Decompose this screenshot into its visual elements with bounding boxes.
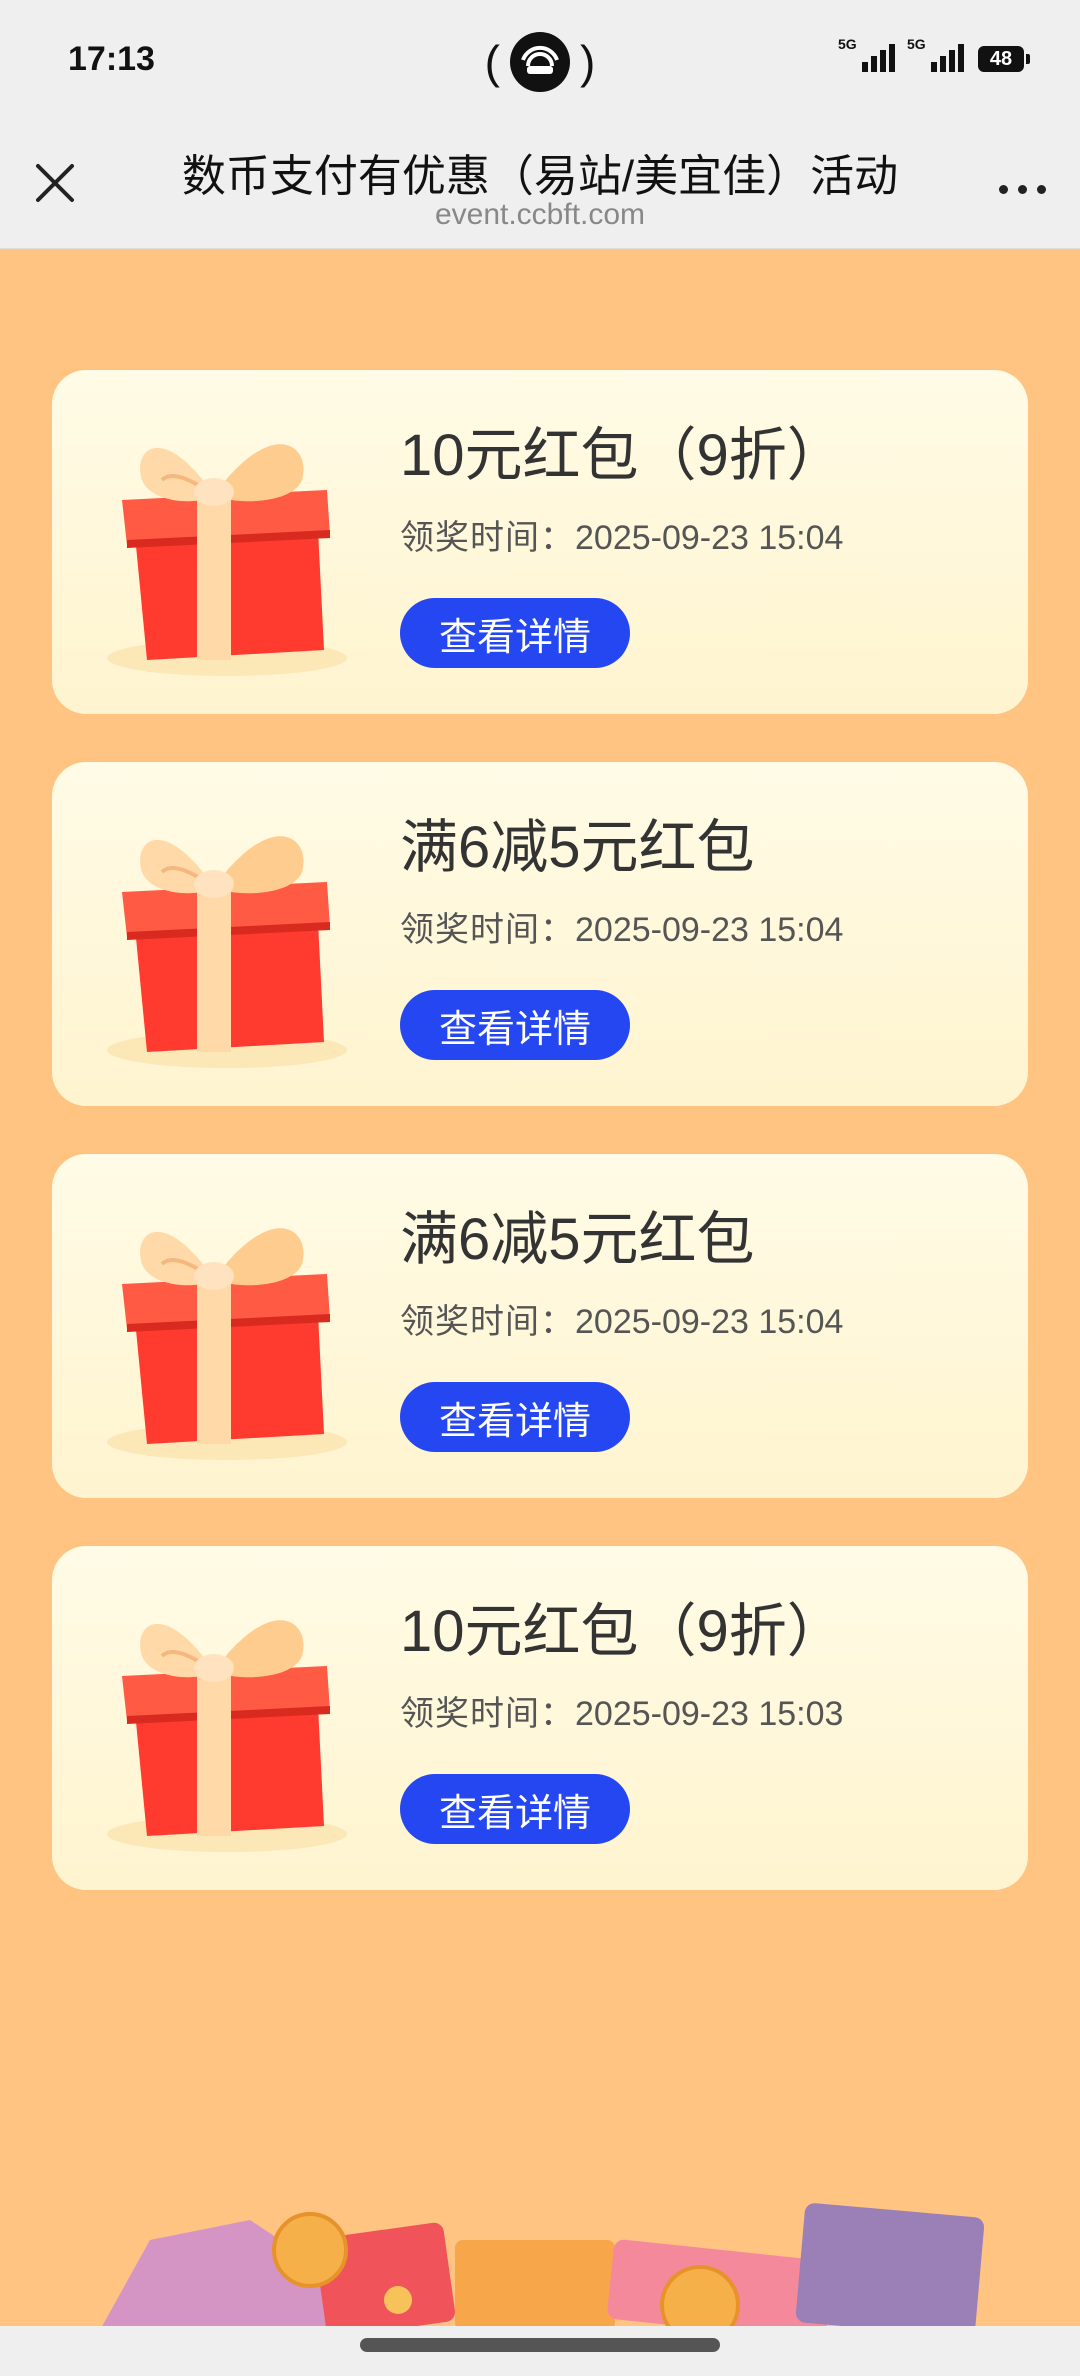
hotspot-icon <box>510 32 570 92</box>
bottom-decoration <box>0 2180 1080 2345</box>
reward-card: 满6减5元红包 领奖时间：2025-09-23 15:04 查看详情 <box>52 762 1028 1106</box>
gift-icon <box>102 410 362 680</box>
page-title: 数币支付有优惠（易站/美宜佳）活动 <box>181 152 899 201</box>
card-time: 领奖时间：2025-09-23 15:04 <box>400 911 844 949</box>
signal-icon: 5G <box>907 36 964 72</box>
gift-icon <box>102 802 362 1072</box>
view-details-button[interactable]: 查看详情 <box>400 1382 630 1452</box>
card-time: 领奖时间：2025-09-23 15:03 <box>400 1695 844 1733</box>
signal-icon: 5G <box>838 36 895 72</box>
card-time: 领奖时间：2025-09-23 15:04 <box>400 519 844 557</box>
gift-icon <box>102 1586 362 1856</box>
card-time: 领奖时间：2025-09-23 15:04 <box>400 1303 844 1341</box>
reward-card: 10元红包（9折） 领奖时间：2025-09-23 15:03 查看详情 <box>52 1546 1028 1890</box>
more-icon[interactable] <box>992 174 1052 204</box>
card-title: 满6减5元红包 <box>400 1207 755 1272</box>
card-title: 满6减5元红包 <box>400 815 755 880</box>
status-time: 17:13 <box>68 40 155 78</box>
close-icon[interactable] <box>28 156 82 210</box>
reward-card: 满6减5元红包 领奖时间：2025-09-23 15:04 查看详情 <box>52 1154 1028 1498</box>
home-indicator[interactable] <box>360 2338 720 2352</box>
battery-icon: 48 <box>978 46 1030 72</box>
hotspot-indicator: ( ) <box>480 32 600 92</box>
status-bar: 17:13 ( ) 5G 5G 48 <box>0 0 1080 126</box>
nav-bar: 数币支付有优惠（易站/美宜佳）活动 event.ccbft.com <box>0 126 1080 249</box>
signal-group: 5G 5G 48 <box>838 36 1030 72</box>
page-url: event.ccbft.com <box>434 198 646 231</box>
card-title: 10元红包（9折） <box>400 423 845 488</box>
view-details-button[interactable]: 查看详情 <box>400 990 630 1060</box>
reward-card: 10元红包（9折） 领奖时间：2025-09-23 15:04 查看详情 <box>52 370 1028 714</box>
view-details-button[interactable]: 查看详情 <box>400 1774 630 1844</box>
gift-icon <box>102 1194 362 1464</box>
card-title: 10元红包（9折） <box>400 1599 845 1664</box>
view-details-button[interactable]: 查看详情 <box>400 598 630 668</box>
